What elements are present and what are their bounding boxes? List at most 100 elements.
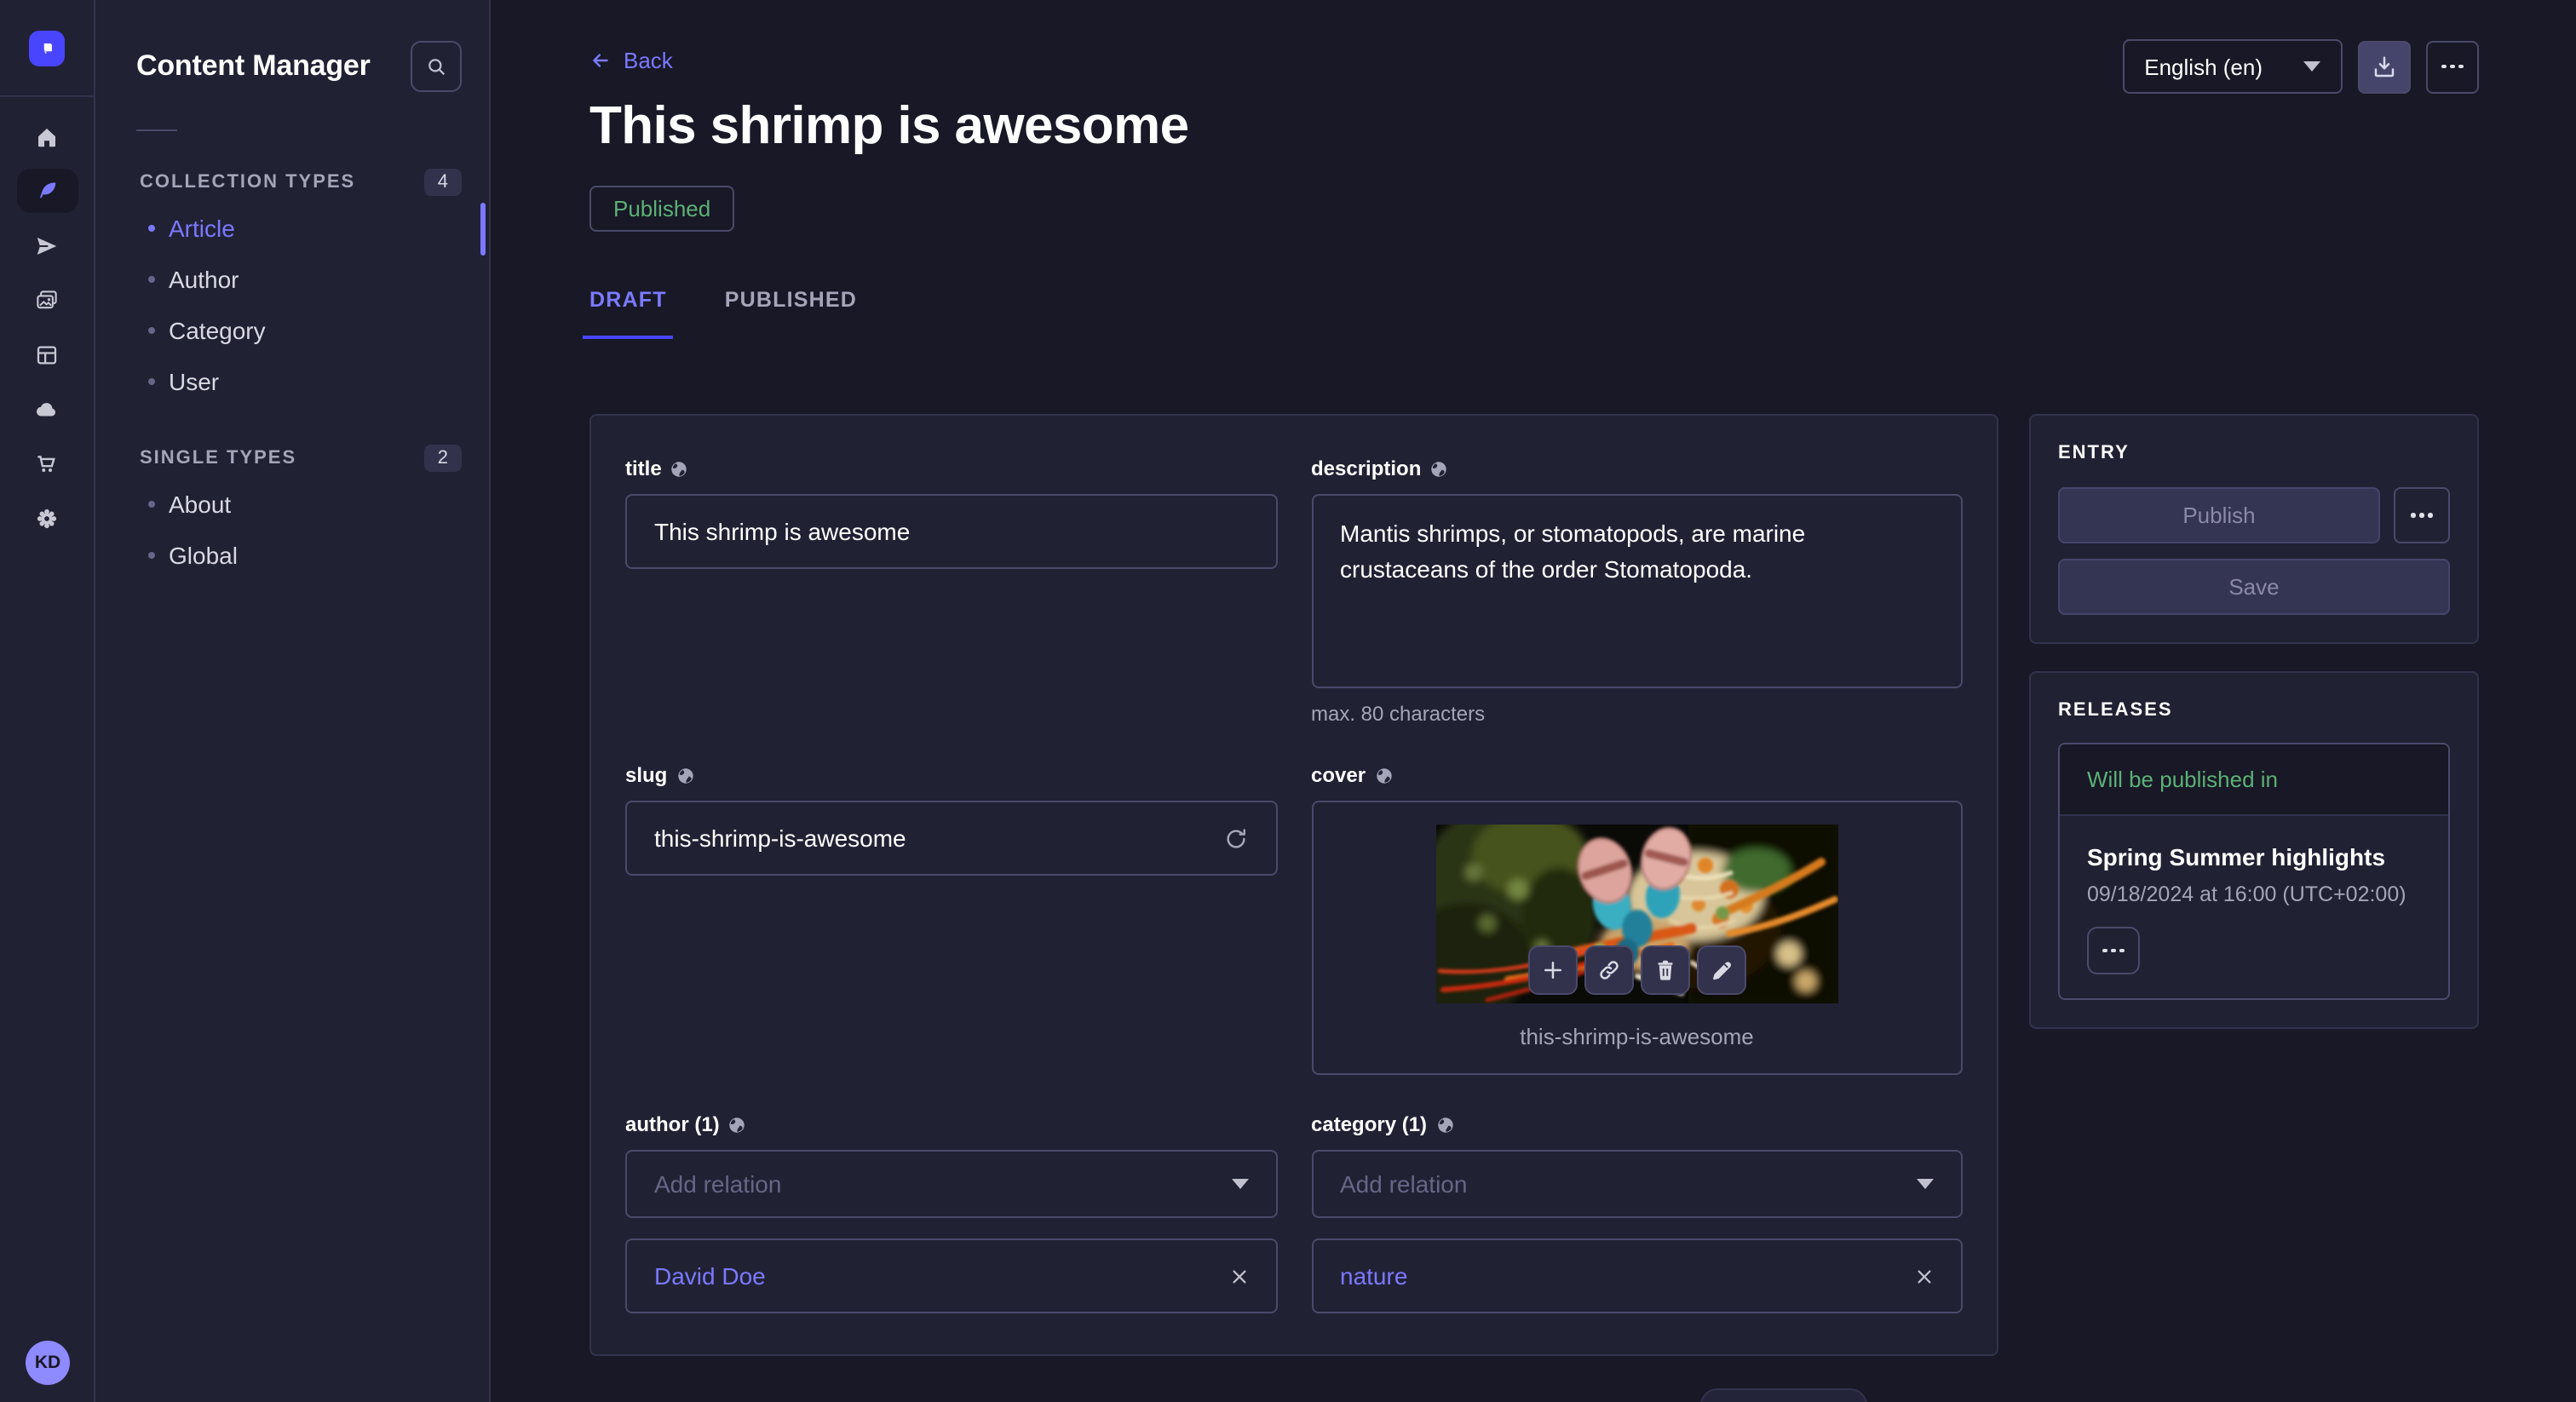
section-label: SINGLE TYPES (140, 448, 296, 468)
search-button[interactable] (411, 41, 462, 92)
globe-icon (670, 459, 689, 478)
remove-author-relation-button[interactable] (1229, 1267, 1248, 1285)
regenerate-slug-button[interactable] (1222, 825, 1248, 851)
cover-delete-button[interactable] (1641, 945, 1690, 995)
category-relation-select[interactable]: Add relation (1311, 1150, 1963, 1218)
user-avatar[interactable]: KD (26, 1341, 70, 1385)
export-button[interactable] (2358, 40, 2411, 93)
app-window: KD Content Manager COLLECTION TYPES 4 Ar… (0, 0, 2576, 1402)
locale-select[interactable]: English (en) (2122, 39, 2343, 94)
cloud-icon (34, 396, 60, 422)
publish-button[interactable]: Publish (2058, 487, 2380, 543)
single-types-section: SINGLE TYPES 2 About Global (95, 438, 489, 581)
releases-panel: RELEASES Will be published in Spring Sum… (2029, 671, 2479, 1029)
close-icon (1229, 1267, 1248, 1285)
subnav-scrollbar-thumb[interactable] (480, 203, 486, 256)
author-relation-link[interactable]: David Doe (654, 1262, 1229, 1290)
nav-content-manager-button[interactable] (16, 169, 78, 213)
field-description: description Mantis shrimps, or stomatopo… (1311, 457, 1963, 726)
release-name[interactable]: Spring Summer highlights (2087, 843, 2421, 871)
entry-panel: ENTRY Publish Save (2029, 414, 2479, 644)
sidebar-item-label: Author (169, 266, 239, 293)
sidebar-item-user[interactable]: User (95, 356, 489, 407)
cover-edit-button[interactable] (1697, 945, 1746, 995)
main-content: Back This shrimp is awesome Published En… (491, 0, 2576, 1402)
paper-plane-icon (34, 233, 60, 258)
pencil-icon (1709, 957, 1734, 983)
sidebar-item-category[interactable]: Category (95, 305, 489, 356)
locale-value: English (en) (2144, 54, 2263, 79)
tab-published[interactable]: PUBLISHED (718, 288, 864, 339)
back-link[interactable]: Back (589, 48, 673, 73)
bullet-icon (148, 327, 155, 334)
bullet-icon (148, 276, 155, 283)
field-title: title This shrimp is awesome (625, 457, 1277, 726)
category-relation-link[interactable]: nature (1340, 1262, 1915, 1290)
remove-category-relation-button[interactable] (1915, 1267, 1934, 1285)
page-title: This shrimp is awesome (589, 95, 2479, 157)
save-button[interactable]: Save (2058, 559, 2450, 615)
slug-input[interactable]: this-shrimp-is-awesome (625, 801, 1277, 876)
cover-field-label: cover (1311, 763, 1366, 787)
chevron-down-icon (1917, 1179, 1934, 1189)
nav-media-library-button[interactable] (16, 278, 78, 322)
more-horizontal-icon (2102, 948, 2125, 952)
title-field-label: title (625, 457, 662, 480)
description-textarea[interactable]: Mantis shrimps, or stomatopods, are mari… (1311, 494, 1963, 688)
nav-settings-button[interactable] (16, 496, 78, 540)
collection-types-section: COLLECTION TYPES 4 Article Author Catego… (95, 162, 489, 407)
home-icon (34, 124, 60, 149)
sidebar-item-article[interactable]: Article (95, 203, 489, 254)
sidebar-item-global[interactable]: Global (95, 530, 489, 581)
more-horizontal-icon (2411, 513, 2433, 517)
rail-nav (16, 114, 78, 540)
releases-panel-title: RELEASES (2058, 700, 2450, 721)
field-cover: cover (1311, 763, 1963, 1075)
category-relation-item: nature (1311, 1238, 1963, 1313)
bottom-peek-button[interactable] (1700, 1388, 1867, 1402)
subnav-divider (136, 129, 177, 131)
description-field-label: description (1311, 457, 1421, 480)
field-category: category (1) Add relation nature (1311, 1112, 1963, 1313)
bullet-icon (148, 378, 155, 385)
release-more-button[interactable] (2087, 927, 2140, 974)
refresh-icon (1222, 825, 1248, 851)
subnav-title: Content Manager (136, 49, 371, 83)
section-label: COLLECTION TYPES (140, 172, 355, 192)
bullet-icon (148, 225, 155, 232)
strapi-logo-icon (36, 37, 58, 59)
nav-content-type-builder-button[interactable] (16, 332, 78, 376)
title-input[interactable]: This shrimp is awesome (625, 494, 1277, 569)
chevron-down-icon (1231, 1179, 1248, 1189)
nav-deploy-button[interactable] (16, 387, 78, 431)
header-more-button[interactable] (2426, 40, 2479, 93)
cover-media (1436, 825, 1838, 1003)
author-relation-select[interactable]: Add relation (625, 1150, 1277, 1218)
sidebar-item-label: Global (169, 542, 238, 569)
description-hint: max. 80 characters (1311, 702, 1963, 726)
release-card: Will be published in Spring Summer highl… (2058, 743, 2450, 1000)
author-field-label: author (1) (625, 1112, 720, 1136)
nav-home-button[interactable] (16, 114, 78, 158)
sidebar-item-about[interactable]: About (95, 479, 489, 530)
bullet-icon (148, 501, 155, 508)
globe-icon (676, 766, 694, 784)
cover-actions (1528, 945, 1746, 995)
content-manager-subnav: Content Manager COLLECTION TYPES 4 Artic… (95, 0, 491, 1402)
nav-marketplace-button[interactable] (16, 441, 78, 486)
sidebar-item-author[interactable]: Author (95, 254, 489, 305)
gear-icon (34, 505, 60, 531)
globe-icon (728, 1115, 747, 1134)
side-panels: ENTRY Publish Save RELEASES Will be publ… (2029, 414, 2479, 1029)
layout-icon (34, 342, 60, 367)
cover-copy-link-button[interactable] (1584, 945, 1634, 995)
tab-draft[interactable]: DRAFT (583, 288, 674, 339)
trash-icon (1653, 957, 1678, 983)
strapi-logo[interactable] (29, 30, 65, 66)
nav-releases-button[interactable] (16, 223, 78, 267)
section-count-badge: 4 (424, 169, 462, 196)
entry-more-button[interactable] (2394, 487, 2450, 543)
cover-add-button[interactable] (1528, 945, 1578, 995)
link-icon (1596, 957, 1622, 983)
category-field-label: category (1) (1311, 1112, 1427, 1136)
